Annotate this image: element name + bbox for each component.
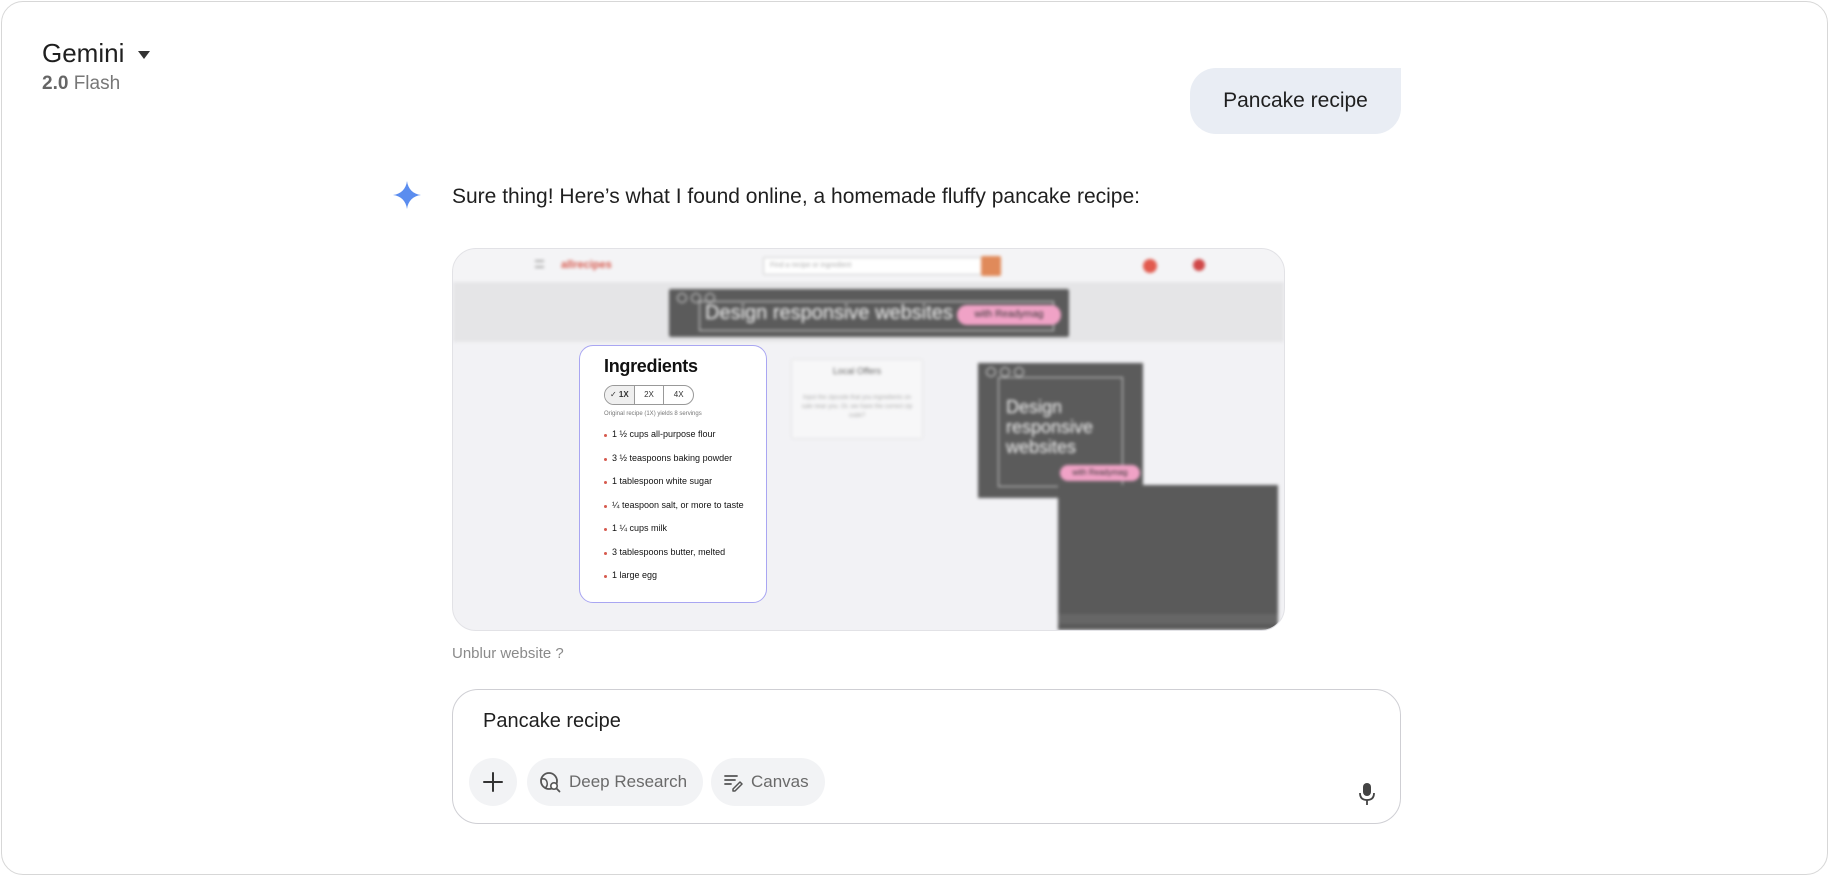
add-attachment-button[interactable] (469, 758, 517, 806)
canvas-label: Canvas (751, 772, 809, 791)
scale-option-1x: ✓ 1X (605, 386, 635, 404)
ad-side-text: Design responsive websites (1006, 397, 1093, 457)
user-icon (1143, 259, 1157, 273)
model-version-label: Flash (73, 73, 121, 94)
user-message-bubble: Pancake recipe (1190, 68, 1401, 134)
site-logo: allrecipes (561, 259, 612, 271)
ingredient-item: 1 large egg (604, 564, 766, 588)
ad-pill: with Readymag (1060, 465, 1140, 481)
unblur-website-link[interactable]: Unblur website ? (452, 645, 564, 662)
gemini-spark-icon (393, 181, 421, 209)
ingredient-item: 1 tablespoon white sugar (604, 470, 766, 494)
site-nav: allrecipes Find a recipe or ingredient (453, 249, 1284, 282)
ingredients-title: Ingredients (604, 356, 698, 376)
app-window: Gemini 2.0 Flash Pancake recipe Sure thi… (1, 1, 1828, 875)
ad-banner-side: Design responsive websites with Readymag (978, 363, 1143, 498)
local-offers-text: Input the zipcode that you ingredients o… (801, 395, 913, 419)
ingredient-list: 1 ½ cups all-purpose flour 3 ½ teaspoons… (604, 423, 766, 588)
site-search-icon (981, 256, 1001, 276)
ingredient-item: 1 ¼ cups milk (604, 517, 766, 541)
plus-icon (483, 772, 503, 792)
video-progress-bar (1058, 614, 1278, 624)
video-ad (1058, 485, 1278, 630)
globe-search-icon (540, 772, 561, 793)
model-version-number: 2.0 (42, 73, 69, 94)
ingredient-item: 3 ½ teaspoons baking powder (604, 447, 766, 471)
ingredient-item: 1 ½ cups all-purpose flour (604, 423, 766, 447)
menu-icon (535, 260, 544, 268)
deep-research-label: Deep Research (569, 772, 688, 791)
ingredient-item: ¼ teaspoon salt, or more to taste (604, 494, 766, 518)
website-preview-blurred-content: allrecipes Find a recipe or ingredient D… (453, 249, 1284, 630)
local-offers-box: Local Offers Input the zipcode that you … (791, 359, 923, 439)
heart-icon (1193, 259, 1205, 271)
microphone-icon[interactable] (1357, 782, 1377, 806)
site-search: Find a recipe or ingredient (763, 257, 983, 275)
model-version: 2.0 Flash (42, 73, 150, 95)
local-offers-title: Local Offers (832, 366, 882, 376)
canvas-button[interactable]: Canvas (711, 758, 825, 806)
canvas-edit-icon (724, 775, 743, 792)
ingredients-card: Ingredients ✓ 1X 2X 4X Original recipe (… (579, 345, 767, 603)
prompt-input[interactable] (483, 710, 1343, 733)
yield-note: Original recipe (1X) yields 8 servings (604, 411, 702, 417)
ingredient-item: 3 tablespoons butter, melted (604, 541, 766, 565)
caret-down-icon[interactable] (138, 51, 151, 59)
ad-side-line: responsive (1006, 417, 1094, 437)
deep-research-button[interactable]: Deep Research (527, 758, 704, 806)
ad-banner-top: Design responsive websites with Readymag (669, 289, 1069, 337)
model-selector[interactable]: Gemini 2.0 Flash (42, 38, 151, 95)
scale-option-4x: 4X (673, 390, 684, 399)
prompt-composer: Deep Research Canvas (452, 689, 1401, 824)
assistant-intro-text: Sure thing! Here’s what I found online, … (452, 185, 1140, 208)
website-preview[interactable]: allrecipes Find a recipe or ingredient D… (452, 248, 1285, 631)
model-name: Gemini (42, 38, 125, 68)
ad-dots (986, 367, 1024, 377)
ad-side-line: websites (1006, 437, 1077, 457)
model-title-row[interactable]: Gemini (42, 38, 151, 69)
ad-pill: with Readymag (957, 305, 1061, 325)
ad-headline: Design responsive websites (705, 302, 953, 324)
ad-side-line: Design (1006, 397, 1063, 417)
user-message-text: Pancake recipe (1223, 89, 1368, 112)
scale-option-2x: 2X (635, 386, 665, 404)
serving-scale-toggle: ✓ 1X 2X 4X (604, 385, 694, 405)
